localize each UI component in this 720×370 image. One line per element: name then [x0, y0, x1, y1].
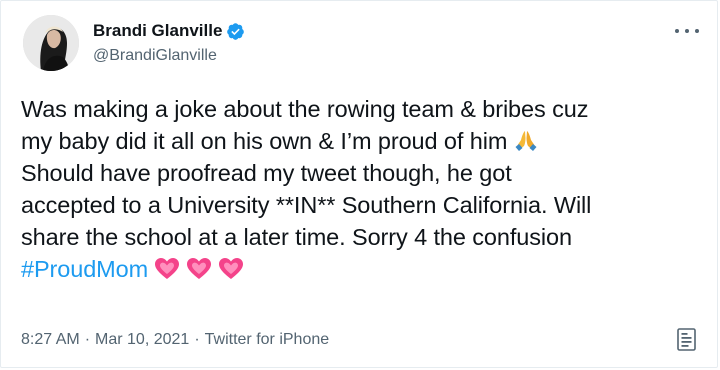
tweet-line: Should have proofread my tweet though, h…	[21, 160, 512, 186]
heart-icon	[218, 257, 244, 281]
display-name[interactable]: Brandi Glanville	[93, 21, 245, 41]
hashtag-link[interactable]: #ProudMom	[21, 256, 148, 282]
tweet-line: my baby did it all on his own & I’m prou…	[21, 128, 508, 154]
meta-separator: ·	[84, 331, 91, 348]
more-options-icon[interactable]	[675, 23, 699, 39]
tweet-line-hashtag: #ProudMom	[21, 253, 701, 285]
tweet-line: Was making a joke about the rowing team …	[21, 96, 589, 122]
tweet-card: Brandi Glanville @BrandiGlanville Was ma…	[0, 0, 718, 368]
tweet-line: accepted to a University **IN** Southern…	[21, 192, 592, 218]
heart-icon	[154, 257, 180, 281]
tweet-text: Was making a joke about the rowing team …	[21, 93, 701, 285]
tweet-meta: 8:27 AM · Mar 10, 2021 · Twitter for iPhone	[21, 331, 329, 349]
heart-icon	[186, 257, 212, 281]
tweet-line-with-emoji: my baby did it all on his own & I’m prou…	[21, 125, 701, 157]
tweet-time[interactable]: 8:27 AM	[21, 331, 80, 348]
tweet-date[interactable]: Mar 10, 2021	[95, 331, 189, 348]
folded-hands-icon	[513, 127, 539, 153]
tweet-line: share the school at a later time. Sorry …	[21, 224, 572, 250]
meta-separator: ·	[194, 331, 200, 348]
info-icon[interactable]	[675, 327, 699, 353]
display-name-text[interactable]: Brandi Glanville	[93, 21, 222, 41]
verified-badge-icon	[226, 22, 245, 41]
avatar[interactable]	[23, 15, 79, 71]
user-handle[interactable]: @BrandiGlanville	[93, 47, 217, 65]
tweet-source[interactable]: Twitter for iPhone	[205, 331, 330, 348]
